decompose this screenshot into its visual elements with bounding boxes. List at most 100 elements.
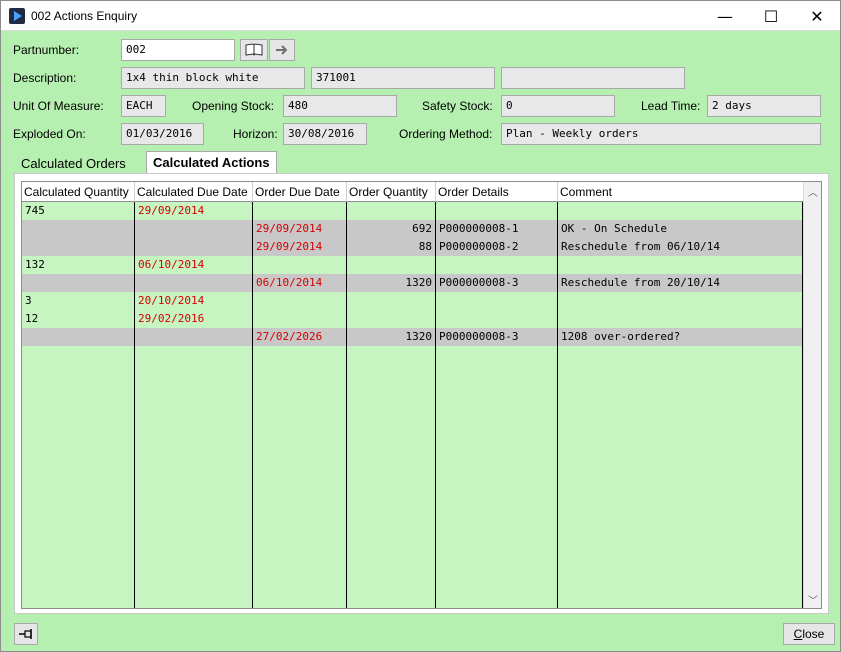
safety-stock-field: 0	[501, 95, 615, 117]
cell-calc-due: 06/10/2014	[138, 258, 205, 271]
cell-order-details: P000000008-3	[439, 330, 519, 343]
ordering-method-label: Ordering Method:	[399, 127, 493, 141]
cell-calc-due	[135, 328, 252, 346]
vertical-scrollbar[interactable]: ︿ ﹀	[803, 182, 821, 608]
cell-order-qty	[347, 256, 435, 274]
table-row[interactable]: 3 20/10/2014	[22, 292, 803, 310]
lead-time-field: 2 days	[707, 95, 821, 117]
minimize-icon: —	[717, 6, 733, 26]
maximize-button[interactable]: ☐	[748, 1, 794, 31]
horizon-label: Horizon:	[233, 127, 278, 141]
cell-calc-due	[135, 238, 252, 256]
maximize-icon: ☐	[763, 6, 779, 26]
partnumber-label: Partnumber:	[13, 43, 80, 57]
cell-calc-due	[135, 220, 252, 238]
actions-enquiry-window: 002 Actions Enquiry — ☐ ✕ Partnumber: 00…	[0, 0, 841, 652]
table-row[interactable]: 06/10/2014 1320 P000000008-3 Reschedule fro…	[22, 274, 803, 292]
cell-calc-qty	[22, 274, 134, 292]
description-extra-field	[501, 67, 685, 89]
uom-label: Unit Of Measure:	[13, 99, 104, 113]
cell-calc-qty: 745	[25, 204, 45, 217]
grid-header: Calculated Quantity Calculated Due Date …	[22, 182, 803, 202]
description-field: 1x4 thin block white	[121, 67, 305, 89]
cell-order-details	[436, 292, 557, 310]
cell-order-due: 29/09/2014	[256, 222, 323, 235]
cell-order-details	[436, 256, 557, 274]
table-row[interactable]: 29/09/2014 88 P000000008-2 Reschedule from …	[22, 238, 803, 256]
cell-order-qty: 692	[412, 222, 432, 235]
cell-calc-due: 29/02/2016	[138, 312, 205, 325]
close-button[interactable]: Close	[783, 623, 835, 645]
pin-button[interactable]	[14, 623, 38, 645]
description-code-field: 371001	[311, 67, 495, 89]
scroll-up-icon[interactable]: ︿	[804, 182, 821, 200]
cell-order-details	[436, 202, 557, 220]
tab-calculated-actions[interactable]: Calculated Actions	[146, 151, 277, 173]
scroll-down-icon[interactable]: ﹀	[804, 590, 821, 608]
cell-comment: 1208 over-ordered?	[561, 330, 681, 343]
cell-order-due	[253, 202, 346, 220]
go-button[interactable]	[269, 39, 295, 61]
table-row[interactable]: 27/02/2026 1320 P000000008-3 1208 over-orde…	[22, 328, 803, 346]
header-order-due-date[interactable]: Order Due Date	[253, 182, 347, 202]
table-row[interactable]: 745 29/09/2014	[22, 202, 803, 220]
window-title: 002 Actions Enquiry	[31, 9, 138, 23]
exploded-on-field: 01/03/2016	[121, 123, 204, 145]
minimize-button[interactable]: —	[702, 1, 748, 31]
column-divider	[557, 202, 558, 608]
ordering-method-field: Plan - Weekly orders	[501, 123, 821, 145]
pin-icon	[19, 629, 32, 639]
cell-comment	[558, 310, 802, 328]
cell-order-details: P000000008-1	[439, 222, 519, 235]
app-icon	[9, 8, 25, 24]
table-row[interactable]: 29/09/2014 692 P000000008-1 OK - On Schedul…	[22, 220, 803, 238]
cell-order-qty: 1320	[405, 330, 433, 343]
header-calculated-due-date[interactable]: Calculated Due Date	[135, 182, 253, 202]
cell-order-qty	[347, 310, 435, 328]
header-comment[interactable]: Comment	[558, 182, 803, 202]
header-calculated-quantity[interactable]: Calculated Quantity	[22, 182, 135, 202]
cell-calc-qty: 3	[25, 294, 32, 307]
arrow-right-icon	[276, 45, 288, 55]
actions-grid[interactable]: Calculated Quantity Calculated Due Date …	[21, 181, 822, 609]
cell-calc-qty	[22, 238, 134, 256]
table-row[interactable]: 132 06/10/2014	[22, 256, 803, 274]
tab-calculated-orders[interactable]: Calculated Orders	[15, 153, 132, 175]
calculated-actions-panel: Calculated Quantity Calculated Due Date …	[14, 173, 829, 614]
cell-calc-due	[135, 274, 252, 292]
cell-comment	[558, 202, 802, 220]
description-label: Description:	[13, 71, 77, 85]
cell-calc-qty: 12	[25, 312, 39, 325]
book-icon	[245, 43, 263, 56]
table-row[interactable]: 12 29/02/2016	[22, 310, 803, 328]
cell-order-due: 29/09/2014	[256, 240, 323, 253]
cell-comment: Reschedule from 06/10/14	[561, 240, 720, 253]
close-label: lose	[802, 627, 825, 641]
cell-calc-qty	[22, 328, 134, 346]
cell-order-details	[436, 310, 557, 328]
close-mnemonic: C	[793, 627, 803, 641]
column-divider	[252, 202, 253, 608]
header-order-quantity[interactable]: Order Quantity	[347, 182, 436, 202]
cell-comment	[558, 256, 802, 274]
uom-field: EACH	[121, 95, 166, 117]
column-divider	[435, 202, 436, 608]
cell-order-qty: 1320	[405, 276, 433, 289]
partnumber-input[interactable]: 002	[121, 39, 235, 61]
cell-order-qty	[347, 202, 435, 220]
cell-calc-due: 20/10/2014	[138, 294, 205, 307]
horizon-field: 30/08/2016	[283, 123, 367, 145]
column-divider	[346, 202, 347, 608]
lookup-button[interactable]	[240, 39, 268, 61]
cell-calc-due: 29/09/2014	[138, 204, 205, 217]
opening-stock-field: 480	[283, 95, 397, 117]
cell-order-due: 27/02/2026	[256, 330, 323, 343]
header-order-details[interactable]: Order Details	[436, 182, 558, 202]
cell-order-details: P000000008-3	[439, 276, 519, 289]
cell-order-due	[253, 292, 346, 310]
cell-order-qty	[347, 292, 435, 310]
close-window-button[interactable]: ✕	[794, 1, 840, 31]
title-bar[interactable]: 002 Actions Enquiry — ☐ ✕	[1, 1, 840, 31]
safety-stock-label: Safety Stock:	[422, 99, 493, 113]
cell-order-due: 06/10/2014	[256, 276, 323, 289]
